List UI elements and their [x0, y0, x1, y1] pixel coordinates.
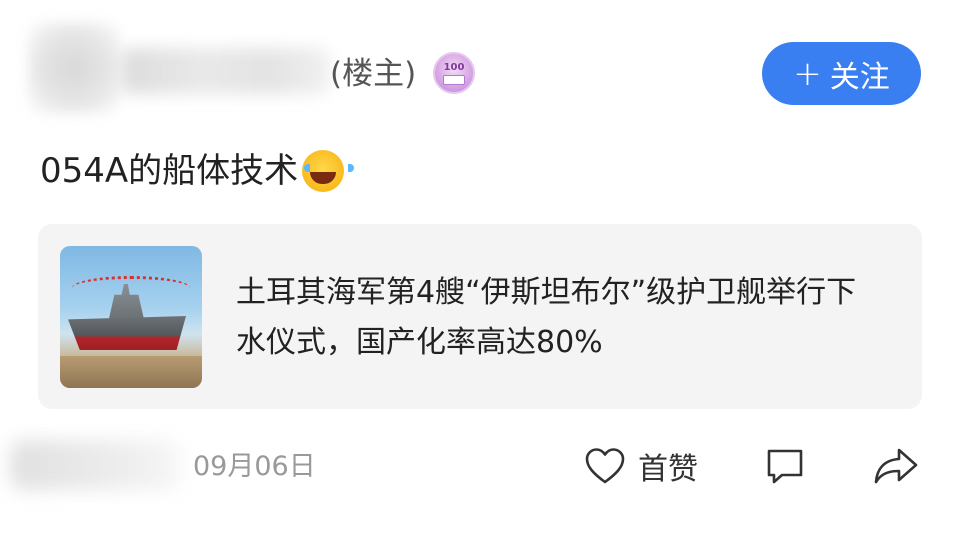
thumbnail-ship-hull: [68, 316, 186, 350]
book-icon: [443, 74, 465, 85]
post-date: 09月06日: [193, 451, 316, 482]
laughing-tears-emoji-icon: [302, 150, 355, 192]
follow-button[interactable]: + 关注: [762, 42, 921, 105]
plus-icon: +: [793, 53, 822, 94]
thumbnail-ground: [60, 356, 202, 388]
comment-icon: [767, 449, 803, 484]
like-button[interactable]: 首赞: [584, 442, 698, 490]
owner-tag: (楼主): [330, 56, 417, 92]
follow-button-label: 关注: [829, 59, 890, 95]
link-card[interactable]: 土耳其海军第4艘“伊斯坦布尔”级护卫舰举行下水仪式，国产化率高达80%: [38, 224, 922, 409]
post-text-content: 054A的船体技术: [40, 151, 299, 191]
author-avatar[interactable]: [28, 22, 120, 114]
comment-button[interactable]: [764, 442, 806, 490]
author-name[interactable]: [120, 48, 330, 94]
share-button[interactable]: [872, 442, 920, 490]
post-text: 054A的船体技术: [40, 146, 355, 196]
link-card-title: 土耳其海军第4艘“伊斯坦布尔”级护卫舰举行下水仪式，国产化率高达80%: [236, 275, 857, 360]
level-badge-icon[interactable]: 100: [433, 52, 475, 94]
heart-icon: [585, 448, 625, 484]
level-badge-number: 100: [443, 61, 465, 73]
blurred-location: [10, 440, 180, 490]
share-icon: [874, 448, 918, 484]
link-card-thumbnail: [60, 246, 202, 388]
like-label: 首赞: [638, 452, 698, 487]
